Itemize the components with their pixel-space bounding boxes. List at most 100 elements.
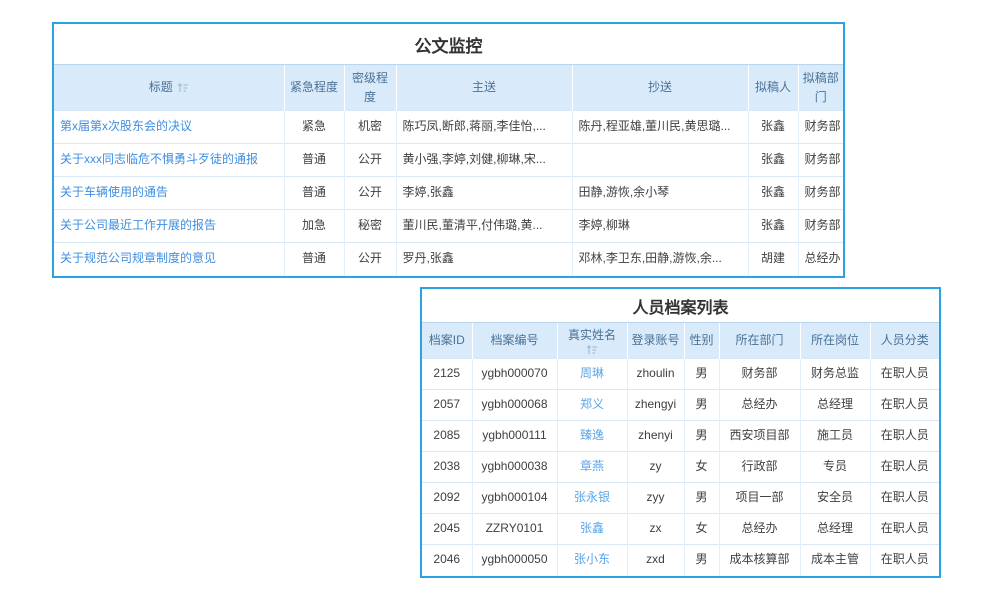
cell-draft-dept: 总经办 xyxy=(798,243,843,276)
cell-doc-title-link[interactable]: 关于车辆使用的通告 xyxy=(60,185,168,199)
cell-archive-code: ygbh000038 xyxy=(472,452,557,483)
cell-archive-id: 2085 xyxy=(422,421,472,452)
cell-doc-title-link[interactable]: 关于公司最近工作开展的报告 xyxy=(60,218,216,232)
cell-department: 财务部 xyxy=(719,359,800,390)
cell-main-send: 陈巧凤,断郎,蒋丽,李佳怡,... xyxy=(396,111,572,144)
cell-position: 财务总监 xyxy=(800,359,870,390)
pers-col-category: 人员分类 xyxy=(870,323,939,359)
doc-table-title: 公文监控 xyxy=(54,24,843,64)
doc-col-title[interactable]: 标题 xyxy=(54,65,284,111)
cell-gender: 男 xyxy=(684,483,719,514)
cell-real-name[interactable]: 郑义 xyxy=(557,390,627,421)
table-row: 2045ZZRY0101张鑫zx女总经办总经理在职人员 xyxy=(422,514,939,545)
cell-archive-code: ygbh000068 xyxy=(472,390,557,421)
personnel-table-body: 2125ygbh000070周琳zhoulin男财务部财务总监在职人员2057y… xyxy=(422,359,939,576)
cell-draft-dept: 财务部 xyxy=(798,210,843,243)
table-row: 2057ygbh000068郑义zhengyi男总经办总经理在职人员 xyxy=(422,390,939,421)
sort-icon[interactable] xyxy=(586,344,598,355)
personnel-table: 档案ID 档案编号 真实姓名 登录账号 性别 所在部门 所在岗位 xyxy=(422,322,939,576)
cell-category: 在职人员 xyxy=(870,390,939,421)
cell-cc: 田静,游恢,余小琴 xyxy=(572,177,748,210)
cell-login-account: zhenyi xyxy=(627,421,684,452)
personnel-table-title: 人员档案列表 xyxy=(422,289,939,322)
cell-real-name-link[interactable]: 张永银 xyxy=(574,490,610,504)
cell-archive-id: 2045 xyxy=(422,514,472,545)
cell-real-name-link[interactable]: 张小东 xyxy=(574,552,610,566)
cell-real-name[interactable]: 周琳 xyxy=(557,359,627,390)
cell-real-name-link[interactable]: 周琳 xyxy=(580,366,604,380)
doc-col-drafter: 拟稿人 xyxy=(748,65,798,111)
cell-gender: 男 xyxy=(684,421,719,452)
cell-doc-title[interactable]: 关于规范公司规章制度的意见 xyxy=(54,243,284,276)
cell-category: 在职人员 xyxy=(870,359,939,390)
doc-col-title-label: 标题 xyxy=(149,78,173,97)
cell-real-name-link[interactable]: 张鑫 xyxy=(580,521,604,535)
cell-position: 安全员 xyxy=(800,483,870,514)
cell-drafter: 张鑫 xyxy=(748,210,798,243)
cell-doc-title[interactable]: 关于公司最近工作开展的报告 xyxy=(54,210,284,243)
cell-cc xyxy=(572,144,748,177)
cell-real-name[interactable]: 张鑫 xyxy=(557,514,627,545)
cell-drafter: 张鑫 xyxy=(748,177,798,210)
cell-department: 成本核算部 xyxy=(719,545,800,576)
cell-category: 在职人员 xyxy=(870,452,939,483)
cell-main-send: 黄小强,李婷,刘健,柳琳,宋... xyxy=(396,144,572,177)
cell-doc-title-link[interactable]: 第x届第x次股东会的决议 xyxy=(60,119,192,133)
cell-position: 总经理 xyxy=(800,514,870,545)
cell-archive-id: 2125 xyxy=(422,359,472,390)
cell-draft-dept: 财务部 xyxy=(798,111,843,144)
table-row: 2085ygbh000111臻逸zhenyi男西安项目部施工员在职人员 xyxy=(422,421,939,452)
doc-col-cc: 抄送 xyxy=(572,65,748,111)
cell-doc-title-link[interactable]: 关于规范公司规章制度的意见 xyxy=(60,251,216,265)
cell-gender: 女 xyxy=(684,452,719,483)
pers-col-code: 档案编号 xyxy=(472,323,557,359)
cell-secrecy: 秘密 xyxy=(344,210,396,243)
cell-login-account: zy xyxy=(627,452,684,483)
pers-col-name[interactable]: 真实姓名 xyxy=(557,323,627,359)
cell-category: 在职人员 xyxy=(870,514,939,545)
cell-drafter: 张鑫 xyxy=(748,144,798,177)
cell-archive-code: ygbh000070 xyxy=(472,359,557,390)
table-row: 2038ygbh000038章燕zy女行政部专员在职人员 xyxy=(422,452,939,483)
cell-doc-title[interactable]: 第x届第x次股东会的决议 xyxy=(54,111,284,144)
cell-cc: 陈丹,程亚雄,董川民,黄思璐... xyxy=(572,111,748,144)
cell-real-name[interactable]: 臻逸 xyxy=(557,421,627,452)
cell-position: 成本主管 xyxy=(800,545,870,576)
doc-col-dept: 拟稿部门 xyxy=(798,65,843,111)
cell-main-send: 董川民,董清平,付伟璐,黄... xyxy=(396,210,572,243)
cell-urgency: 普通 xyxy=(284,144,344,177)
cell-gender: 男 xyxy=(684,359,719,390)
pers-col-position: 所在岗位 xyxy=(800,323,870,359)
cell-doc-title[interactable]: 关于车辆使用的通告 xyxy=(54,177,284,210)
cell-real-name-link[interactable]: 郑义 xyxy=(580,397,604,411)
cell-real-name[interactable]: 章燕 xyxy=(557,452,627,483)
pers-col-gender: 性别 xyxy=(684,323,719,359)
cell-login-account: zyy xyxy=(627,483,684,514)
cell-real-name-link[interactable]: 臻逸 xyxy=(580,428,604,442)
cell-real-name[interactable]: 张永银 xyxy=(557,483,627,514)
cell-login-account: zxd xyxy=(627,545,684,576)
cell-real-name[interactable]: 张小东 xyxy=(557,545,627,576)
doc-col-urgency: 紧急程度 xyxy=(284,65,344,111)
doc-table-header-row: 标题 紧急程度 密级程度 主送 抄送 拟稿人 拟稿部门 xyxy=(54,65,843,111)
pers-col-id: 档案ID xyxy=(422,323,472,359)
cell-archive-code: ygbh000104 xyxy=(472,483,557,514)
cell-secrecy: 公开 xyxy=(344,144,396,177)
cell-real-name-link[interactable]: 章燕 xyxy=(580,459,604,473)
cell-archive-code: ygbh000111 xyxy=(472,421,557,452)
cell-archive-code: ZZRY0101 xyxy=(472,514,557,545)
sort-icon[interactable] xyxy=(177,82,189,93)
cell-category: 在职人员 xyxy=(870,421,939,452)
cell-gender: 女 xyxy=(684,514,719,545)
cell-login-account: zhengyi xyxy=(627,390,684,421)
doc-col-secrecy: 密级程度 xyxy=(344,65,396,111)
personnel-panel: 人员档案列表 档案ID 档案编号 真实姓名 xyxy=(420,287,941,578)
cell-urgency: 紧急 xyxy=(284,111,344,144)
cell-doc-title[interactable]: 关于xxx同志临危不惧勇斗歹徒的通报 xyxy=(54,144,284,177)
cell-main-send: 李婷,张鑫 xyxy=(396,177,572,210)
cell-doc-title-link[interactable]: 关于xxx同志临危不惧勇斗歹徒的通报 xyxy=(60,152,258,166)
table-row: 关于xxx同志临危不惧勇斗歹徒的通报 普通公开黄小强,李婷,刘健,柳琳,宋... 张… xyxy=(54,144,843,177)
cell-department: 西安项目部 xyxy=(719,421,800,452)
cell-urgency: 普通 xyxy=(284,177,344,210)
cell-login-account: zx xyxy=(627,514,684,545)
